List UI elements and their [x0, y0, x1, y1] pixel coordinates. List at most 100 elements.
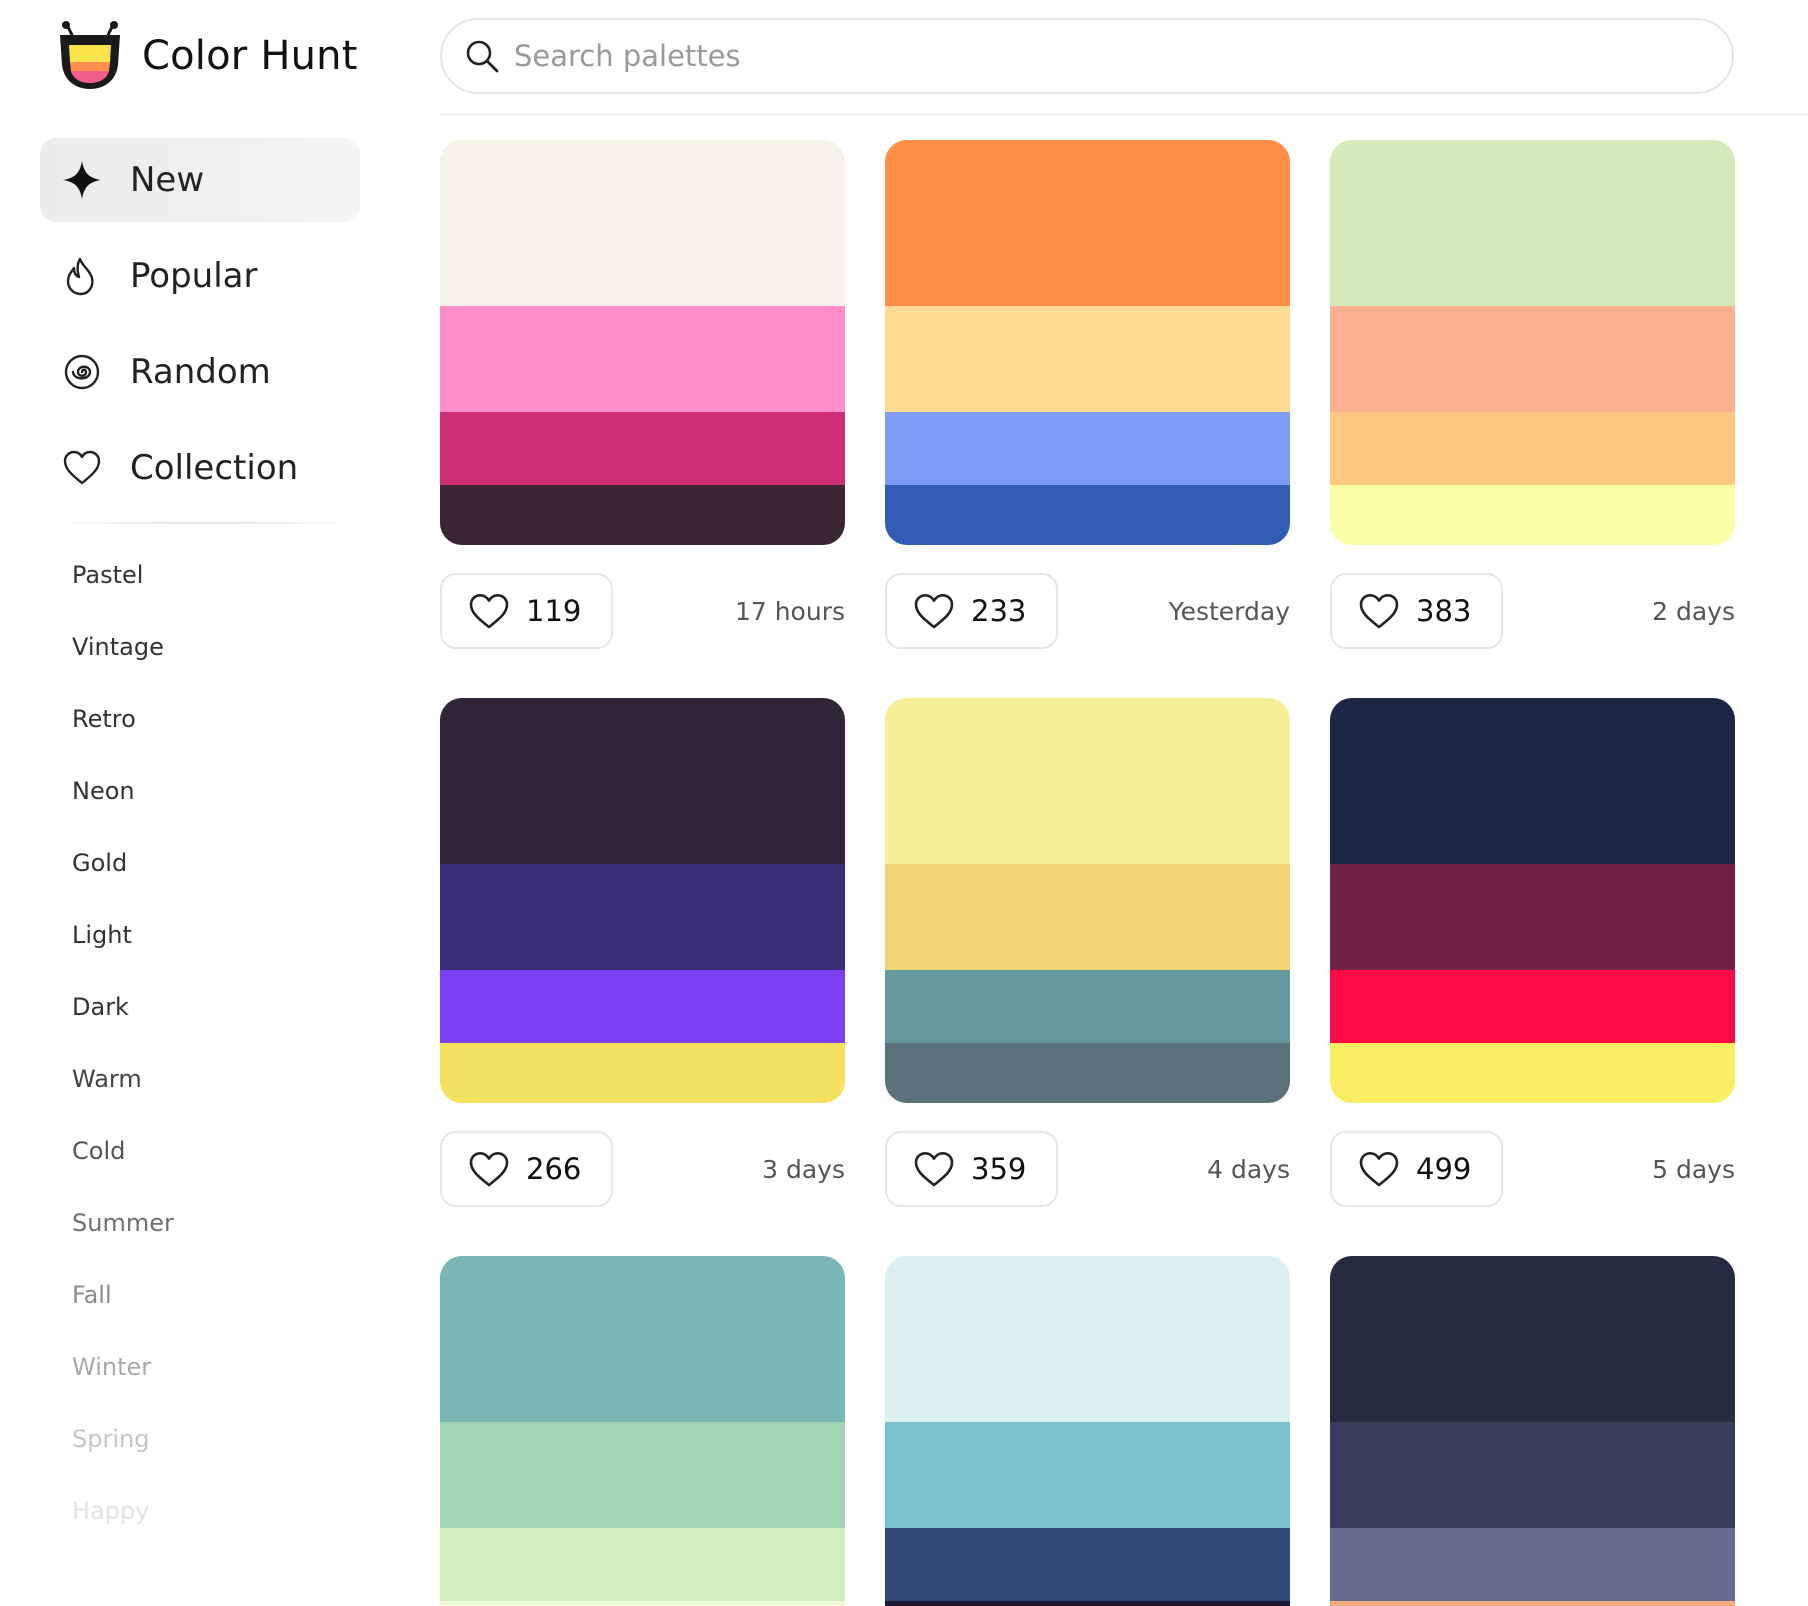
color-band[interactable] — [885, 970, 1290, 1043]
like-count: 499 — [1416, 1152, 1472, 1186]
color-band[interactable] — [885, 1528, 1290, 1601]
color-band[interactable] — [440, 1256, 845, 1422]
color-band[interactable] — [1330, 306, 1735, 412]
nav-item-new[interactable]: New — [40, 138, 360, 222]
palette-card[interactable]: 383 2 days — [1330, 140, 1735, 649]
palette-card[interactable] — [440, 1256, 845, 1606]
color-band[interactable] — [440, 698, 845, 864]
color-band[interactable] — [885, 412, 1290, 485]
color-band[interactable] — [1330, 864, 1735, 970]
spiral-icon — [64, 354, 100, 390]
like-button[interactable]: 383 — [1330, 573, 1504, 649]
color-band[interactable] — [440, 306, 845, 412]
tag-pastel[interactable]: Pastel — [72, 539, 332, 611]
palette-card[interactable] — [885, 1256, 1290, 1606]
tag-happy[interactable]: Happy — [72, 1475, 332, 1547]
color-band[interactable] — [885, 1601, 1290, 1606]
app-name: Color Hunt — [142, 33, 358, 79]
color-band[interactable] — [885, 1043, 1290, 1103]
palette-swatch[interactable] — [1330, 140, 1735, 545]
color-band[interactable] — [885, 306, 1290, 412]
tag-gold[interactable]: Gold — [72, 827, 332, 899]
like-count: 359 — [971, 1152, 1027, 1186]
tag-cold[interactable]: Cold — [72, 1115, 332, 1187]
palette-swatch[interactable] — [1330, 1256, 1735, 1606]
color-band[interactable] — [1330, 412, 1735, 485]
color-band[interactable] — [885, 1256, 1290, 1422]
color-band[interactable] — [440, 970, 845, 1043]
color-band[interactable] — [885, 140, 1290, 306]
color-hunt-app: Color Hunt New Popular Random — [0, 0, 1808, 1606]
color-band[interactable] — [1330, 1528, 1735, 1601]
nav-divider — [54, 522, 354, 524]
palette-card[interactable]: 119 17 hours — [440, 140, 845, 649]
palette-swatch[interactable] — [440, 1256, 845, 1606]
palette-card[interactable]: 266 3 days — [440, 698, 845, 1207]
tag-winter[interactable]: Winter — [72, 1331, 332, 1403]
color-hunt-logo-icon — [60, 21, 120, 89]
palette-swatch[interactable] — [1330, 698, 1735, 1103]
tag-dark[interactable]: Dark — [72, 971, 332, 1043]
palette-swatch[interactable] — [440, 140, 845, 545]
palette-meta: 266 3 days — [440, 1131, 845, 1207]
tag-summer[interactable]: Summer — [72, 1187, 332, 1259]
color-band[interactable] — [440, 1043, 845, 1103]
like-count: 266 — [526, 1152, 582, 1186]
nav-item-collection[interactable]: Collection — [40, 426, 360, 510]
color-band[interactable] — [1330, 698, 1735, 864]
nav-item-random[interactable]: Random — [40, 330, 360, 414]
heart-icon — [914, 1152, 954, 1187]
like-button[interactable]: 266 — [440, 1131, 614, 1207]
palette-swatch[interactable] — [440, 698, 845, 1103]
color-band[interactable] — [1330, 1601, 1735, 1606]
color-band[interactable] — [440, 1601, 845, 1606]
tag-fall[interactable]: Fall — [72, 1259, 332, 1331]
sparkle-icon — [63, 161, 101, 199]
color-band[interactable] — [1330, 140, 1735, 306]
color-band[interactable] — [1330, 485, 1735, 545]
color-band[interactable] — [440, 412, 845, 485]
search-bar[interactable] — [440, 18, 1734, 94]
nav-item-popular[interactable]: Popular — [40, 234, 360, 318]
color-band[interactable] — [1330, 1256, 1735, 1422]
search-input[interactable] — [514, 39, 1614, 73]
logo[interactable]: Color Hunt — [56, 20, 358, 92]
palette-swatch[interactable] — [885, 1256, 1290, 1606]
tag-retro[interactable]: Retro — [72, 683, 332, 755]
tag-warm[interactable]: Warm — [72, 1043, 332, 1115]
color-band[interactable] — [1330, 1043, 1735, 1103]
color-band[interactable] — [440, 485, 845, 545]
palette-time: 4 days — [1207, 1154, 1290, 1184]
like-button[interactable]: 233 — [885, 573, 1059, 649]
like-button[interactable]: 499 — [1330, 1131, 1504, 1207]
color-band[interactable] — [885, 485, 1290, 545]
color-band[interactable] — [1330, 970, 1735, 1043]
palette-card[interactable]: 359 4 days — [885, 698, 1290, 1207]
color-band[interactable] — [440, 1528, 845, 1601]
color-band[interactable] — [885, 864, 1290, 970]
color-band[interactable] — [440, 140, 845, 306]
palette-card[interactable] — [1330, 1256, 1735, 1606]
color-band[interactable] — [1330, 1422, 1735, 1528]
tag-light[interactable]: Light — [72, 899, 332, 971]
color-band[interactable] — [440, 864, 845, 970]
nav-label: Collection — [130, 448, 299, 488]
color-band[interactable] — [885, 698, 1290, 864]
palette-swatch[interactable] — [885, 140, 1290, 545]
tag-vintage[interactable]: Vintage — [72, 611, 332, 683]
tag-spring[interactable]: Spring — [72, 1403, 332, 1475]
like-count: 383 — [1416, 594, 1472, 628]
palette-meta: 359 4 days — [885, 1131, 1290, 1207]
palette-card[interactable]: 499 5 days — [1330, 698, 1735, 1207]
flame-icon — [66, 257, 94, 296]
heart-icon — [1359, 1152, 1399, 1187]
like-button[interactable]: 359 — [885, 1131, 1059, 1207]
palette-card[interactable]: 233 Yesterday — [885, 140, 1290, 649]
color-band[interactable] — [440, 1422, 845, 1528]
heart-icon — [469, 594, 509, 629]
tag-neon[interactable]: Neon — [72, 755, 332, 827]
palette-swatch[interactable] — [885, 698, 1290, 1103]
color-band[interactable] — [885, 1422, 1290, 1528]
like-count: 119 — [526, 594, 582, 628]
like-button[interactable]: 119 — [440, 573, 614, 649]
